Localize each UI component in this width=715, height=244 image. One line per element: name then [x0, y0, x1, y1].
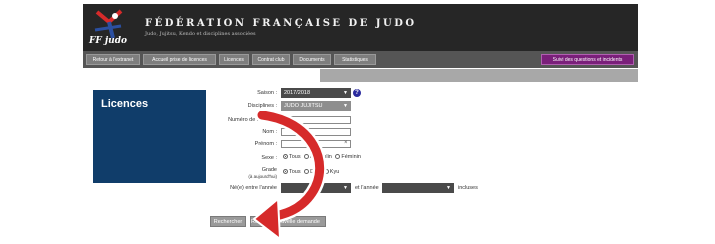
main-navbar: Retour à l'extranet Accueil prise de lic…: [83, 51, 638, 68]
annee-fin-select[interactable]: ▼: [382, 183, 454, 193]
federation-title: FÉDÉRATION FRANÇAISE DE JUDO: [145, 18, 417, 29]
saison-value: 2017/2018: [284, 90, 310, 96]
nav-accueil-prise-licences[interactable]: Accueil prise de licences: [143, 54, 216, 65]
section-title: Licences: [101, 98, 149, 110]
disciplines-select[interactable]: JUDO JUJITSU ▼: [281, 101, 351, 111]
nav-documents[interactable]: Documents: [293, 54, 331, 65]
nav-suivi-questions[interactable]: Suivi des questions et incidents: [541, 54, 634, 65]
logo-text: FF judo: [89, 36, 128, 46]
disciplines-label: Disciplines :: [247, 103, 277, 109]
saison-select[interactable]: 2017/2018 ▼: [281, 88, 351, 98]
nav-retour-extranet[interactable]: Retour à l'extranet: [86, 54, 140, 65]
nav-statistiques[interactable]: Statistiques: [334, 54, 376, 65]
chevron-down-icon: ▼: [343, 185, 348, 191]
chevron-down-icon: ▼: [343, 90, 348, 96]
chevron-down-icon: ▼: [446, 185, 451, 191]
gray-banner: [320, 69, 638, 82]
nav-licences[interactable]: Licences: [219, 54, 249, 65]
nav-contrat-club[interactable]: Contrat club: [252, 54, 290, 65]
chevron-down-icon: ▼: [343, 103, 348, 109]
annotation-arrow-icon: [252, 111, 327, 242]
federation-subtitle: Judo, Jujitsu, Kendo et disciplines asso…: [145, 31, 256, 37]
clear-icon[interactable]: ×: [344, 140, 348, 146]
saison-label: Saison :: [257, 90, 277, 96]
sexe-option-feminin-label: Féminin: [341, 154, 361, 160]
help-icon[interactable]: ?: [353, 89, 361, 97]
naissance-middle-label: et l'année: [355, 185, 379, 191]
site-header: FF judo FÉDÉRATION FRANÇAISE DE JUDO Jud…: [83, 4, 638, 51]
disciplines-value: JUDO JUJITSU: [284, 103, 323, 109]
naissance-suffix-label: incluses: [458, 185, 478, 191]
section-panel: Licences: [93, 90, 206, 183]
